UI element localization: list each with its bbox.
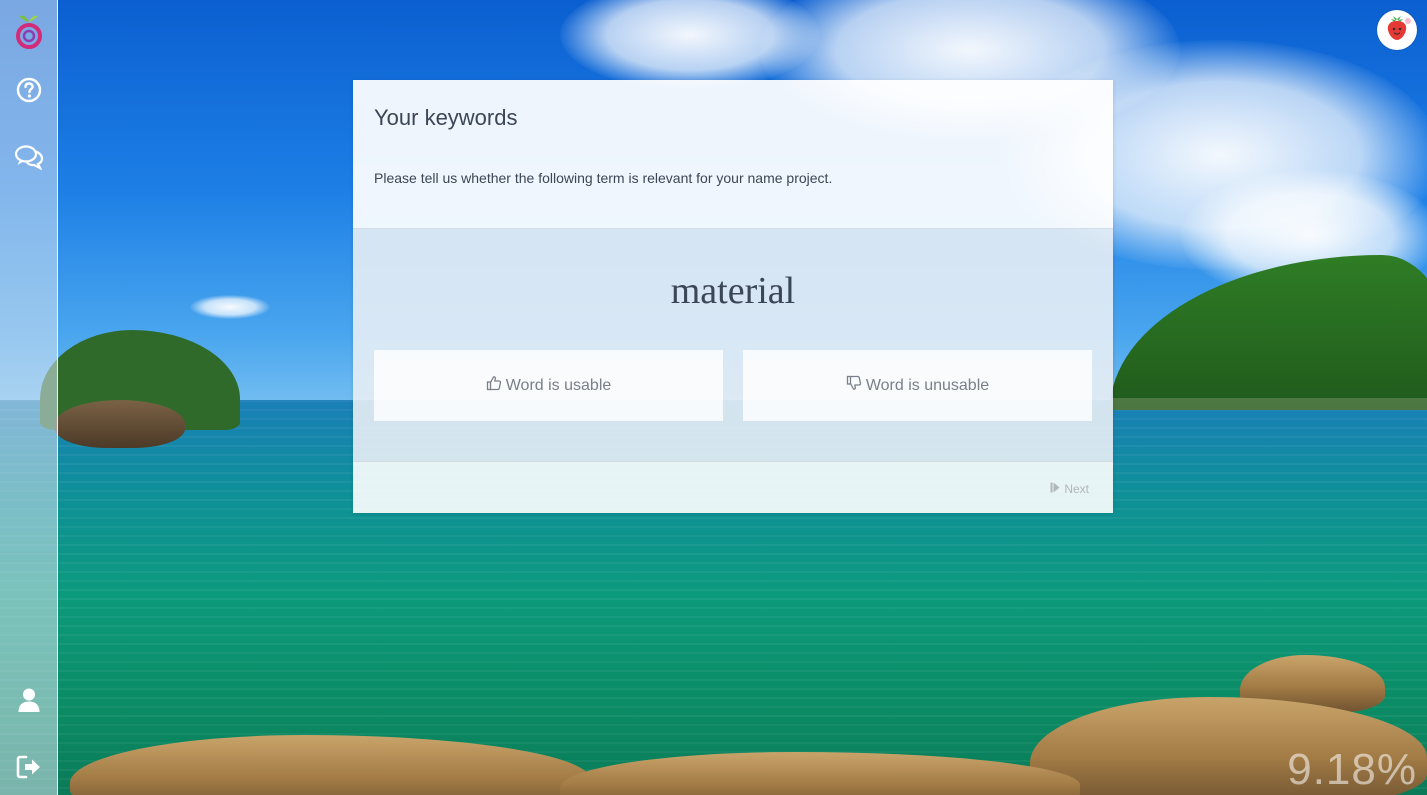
next-label: Next bbox=[1064, 482, 1089, 496]
card-description: Please tell us whether the following ter… bbox=[374, 170, 833, 186]
card-body: material Word is usable Word is unusable bbox=[353, 228, 1113, 462]
strawberry-icon bbox=[1382, 13, 1412, 48]
next-button[interactable]: Next bbox=[1050, 482, 1089, 496]
keyword-term: material bbox=[670, 270, 796, 312]
shore-right bbox=[1110, 398, 1427, 410]
logout-icon bbox=[16, 755, 42, 779]
help-icon bbox=[16, 77, 42, 103]
logo-icon bbox=[14, 10, 44, 50]
profile-button[interactable] bbox=[0, 678, 57, 722]
logo-button[interactable] bbox=[0, 8, 57, 52]
word-usable-button[interactable]: Word is usable bbox=[374, 350, 723, 421]
user-avatar[interactable] bbox=[1377, 10, 1417, 50]
thumbs-up-icon bbox=[486, 375, 506, 396]
word-usable-label: Word is usable bbox=[505, 376, 612, 394]
logout-button[interactable] bbox=[0, 745, 57, 789]
rock bbox=[55, 400, 185, 448]
progress-percentage: 9.18% bbox=[1287, 745, 1417, 794]
word-unusable-label: Word is unusable bbox=[865, 376, 990, 394]
app-screen: Your keywords Please tell us whether the… bbox=[0, 0, 1427, 795]
chat-button[interactable] bbox=[0, 135, 57, 179]
user-icon bbox=[17, 687, 41, 713]
word-unusable-button[interactable]: Word is unusable bbox=[743, 350, 1092, 421]
card-footer: Next bbox=[353, 461, 1113, 513]
card-header: Your keywords Please tell us whether the… bbox=[353, 80, 1113, 228]
sidebar bbox=[0, 0, 58, 795]
thumbs-down-icon bbox=[846, 375, 866, 396]
help-button[interactable] bbox=[0, 68, 57, 112]
keyword-card: Your keywords Please tell us whether the… bbox=[353, 80, 1113, 513]
card-title: Your keywords bbox=[374, 105, 518, 130]
chat-icon bbox=[14, 144, 44, 170]
cloud bbox=[190, 295, 270, 319]
step-forward-icon bbox=[1050, 482, 1064, 496]
